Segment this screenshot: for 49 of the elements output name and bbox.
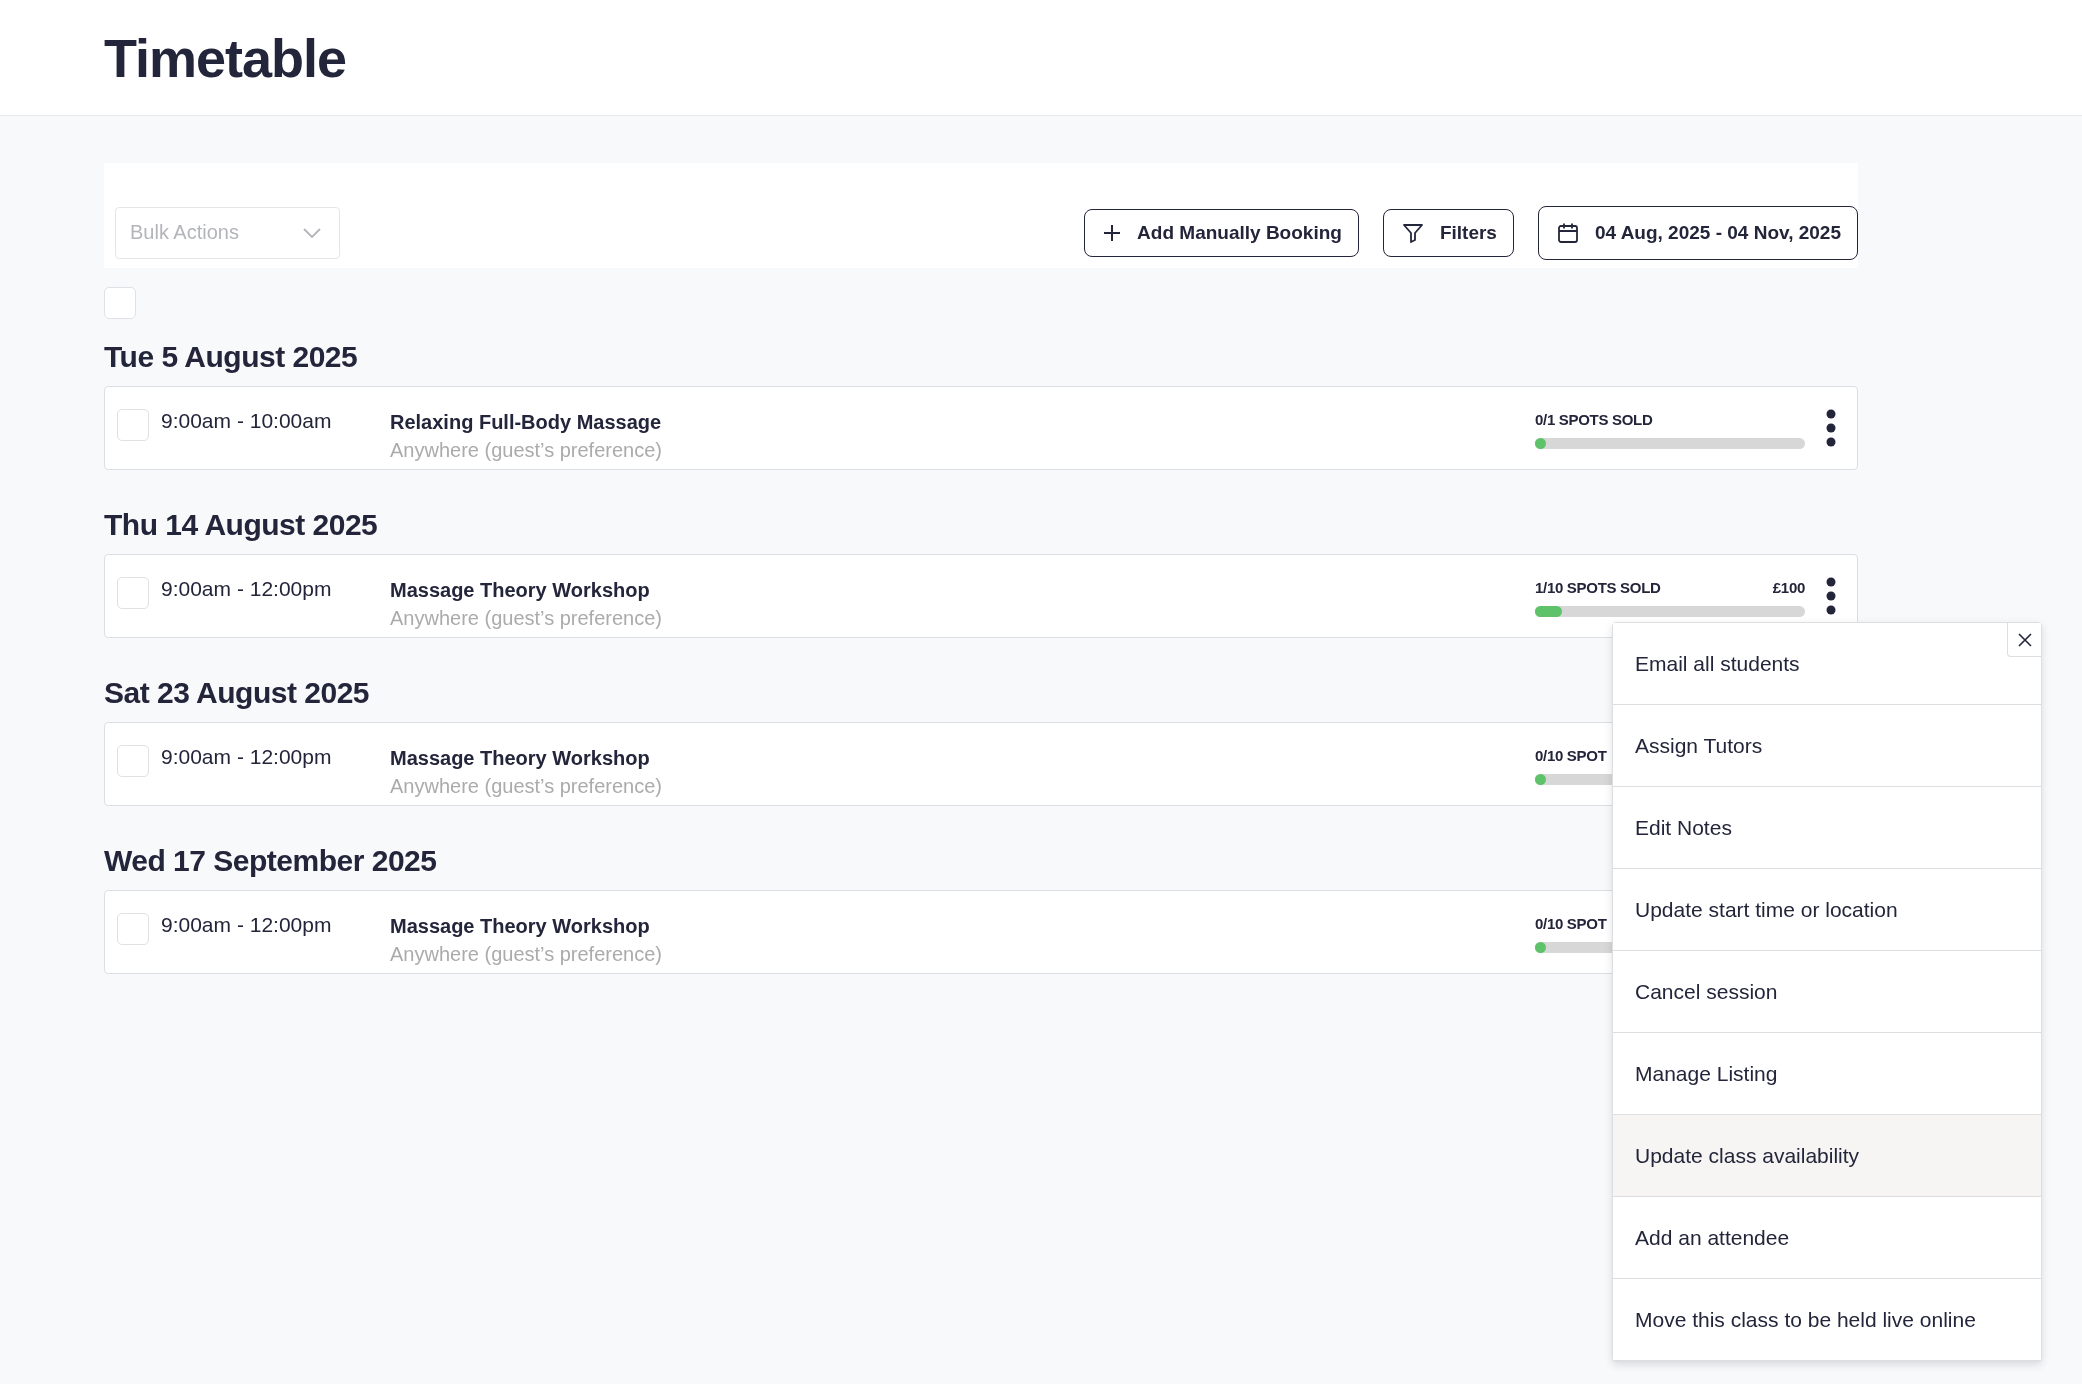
session-checkbox[interactable] <box>117 913 149 945</box>
close-button[interactable] <box>2007 623 2041 657</box>
session-checkbox[interactable] <box>117 745 149 777</box>
menu-item[interactable]: Add an attendee <box>1613 1197 2041 1279</box>
menu-item[interactable]: Assign Tutors <box>1613 705 2041 787</box>
menu-item[interactable]: Manage Listing <box>1613 1033 2041 1115</box>
session-time: 9:00am - 10:00am <box>161 409 333 433</box>
session-time: 9:00am - 12:00pm <box>161 913 333 937</box>
session-location: Anywhere (guest’s preference) <box>390 439 662 462</box>
spots-sold-label: 1/10 SPOTS SOLD <box>1535 579 1661 596</box>
kebab-icon <box>1825 409 1837 447</box>
filters-button[interactable]: Filters <box>1382 208 1514 257</box>
more-options-button[interactable] <box>1825 577 1837 615</box>
session-title: Massage Theory Workshop <box>390 747 651 770</box>
more-options-button[interactable] <box>1825 409 1837 447</box>
page-title: Timetable <box>104 26 347 89</box>
session-checkbox[interactable] <box>117 577 149 609</box>
session-title: Relaxing Full-Body Massage <box>390 411 662 434</box>
date-heading: Tue 5 August 2025 <box>104 340 359 374</box>
menu-item[interactable]: Update start time or location <box>1613 869 2041 951</box>
session-location: Anywhere (guest’s preference) <box>390 943 662 966</box>
chevron-down-icon <box>303 227 321 238</box>
session-time: 9:00am - 12:00pm <box>161 577 333 601</box>
menu-item[interactable]: Move this class to be held live online <box>1613 1279 2041 1361</box>
session-price: £100 <box>1772 579 1805 596</box>
add-booking-button[interactable]: Add Manually Booking <box>1084 208 1359 257</box>
menu-item[interactable]: Edit Notes <box>1613 787 2041 869</box>
date-heading: Wed 17 September 2025 <box>104 844 438 878</box>
session-title: Massage Theory Workshop <box>390 579 651 602</box>
filter-icon <box>1401 221 1424 244</box>
session-time: 9:00am - 12:00pm <box>161 745 333 769</box>
menu-item[interactable]: Cancel session <box>1613 951 2041 1033</box>
select-all-checkbox[interactable] <box>104 287 136 319</box>
menu-item[interactable]: Update class availability <box>1613 1115 2041 1197</box>
session-location: Anywhere (guest’s preference) <box>390 607 662 630</box>
close-icon <box>2016 631 2033 648</box>
date-range-button[interactable]: 04 Aug, 2025 - 04 Nov, 2025 <box>1537 205 1858 260</box>
spots-sold-label: 0/1 SPOTS SOLD <box>1535 411 1653 428</box>
calendar-icon <box>1556 221 1579 244</box>
spots-sold-label: 0/10 SPOT <box>1535 747 1607 764</box>
date-heading: Thu 14 August 2025 <box>104 508 379 542</box>
plus-icon <box>1103 223 1122 242</box>
menu-item[interactable]: Email all students <box>1613 623 2041 705</box>
date-heading: Sat 23 August 2025 <box>104 676 370 710</box>
session-location: Anywhere (guest’s preference) <box>390 775 662 798</box>
kebab-icon <box>1825 577 1837 615</box>
session-checkbox[interactable] <box>117 409 149 441</box>
spots-sold-label: 0/10 SPOT <box>1535 915 1607 932</box>
session-title: Massage Theory Workshop <box>390 915 651 938</box>
